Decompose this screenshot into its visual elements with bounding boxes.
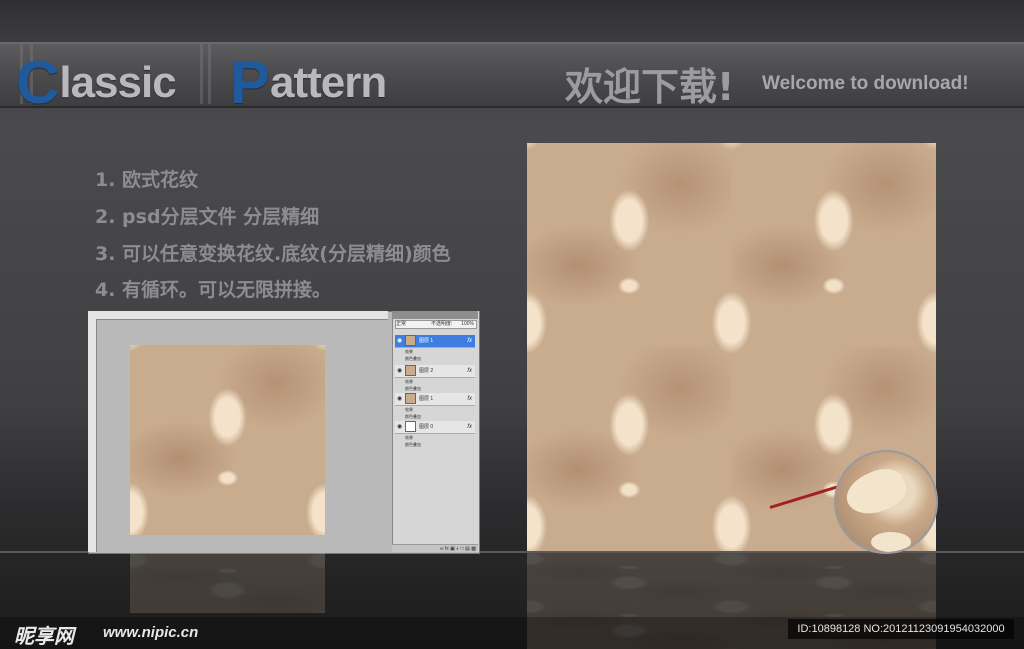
title-classic-rest: lassic <box>59 58 176 107</box>
trash-icon[interactable]: ▩ <box>471 546 476 552</box>
layer-row[interactable]: ◉ 图层 1 fx <box>395 393 475 406</box>
title-classic: Classic <box>16 48 177 117</box>
loupe-motif <box>871 532 911 552</box>
ruler-vertical <box>88 319 97 552</box>
eye-icon[interactable]: ◉ <box>397 393 402 405</box>
title-pattern-initial: P <box>230 49 271 116</box>
ruler-horizontal <box>88 311 388 320</box>
fx-icon[interactable]: fx <box>467 421 472 433</box>
fx-icon[interactable]: fx <box>445 546 449 552</box>
layer-effect[interactable]: 效果 <box>405 378 475 385</box>
mask-icon[interactable]: ▣ <box>450 546 455 552</box>
opacity-label: 不透明度: <box>431 321 453 327</box>
zoom-loupe <box>834 450 938 554</box>
eye-icon[interactable]: ◉ <box>397 421 402 433</box>
feature-item: 2. psd分层文件 分层精细 <box>95 206 320 228</box>
welcome-english: Welcome to download! <box>762 73 969 94</box>
layer-effect[interactable]: 效果 <box>405 348 475 355</box>
blend-mode-select[interactable]: 正常 不透明度: 100% <box>395 320 477 329</box>
layer-row[interactable]: ◉ 图层 1 fx <box>395 335 475 348</box>
opacity-value[interactable]: 100% <box>461 321 474 328</box>
layer-effect[interactable]: 颜色叠加 <box>405 413 475 420</box>
eye-icon[interactable]: ◉ <box>397 365 402 377</box>
layers-panel-tabs: 图层通道路径历史记录 <box>392 311 478 325</box>
layer-row[interactable]: ◉ 图层 0 fx <box>395 421 475 434</box>
new-layer-icon[interactable]: ▤ <box>465 546 470 552</box>
layer-effect[interactable]: 颜色叠加 <box>405 385 475 392</box>
layer-name: 图层 2 <box>419 368 434 374</box>
title-pattern-rest: attern <box>270 58 387 107</box>
feature-item: 3. 可以任意变换花纹.底纹(分层精细)颜色 <box>95 243 451 265</box>
blend-mode-value: 正常 <box>396 321 407 327</box>
ps-canvas <box>130 345 325 535</box>
layer-thumbnail <box>405 335 416 347</box>
ps-canvas-reflection <box>130 553 325 613</box>
layer-thumbnail <box>405 421 416 433</box>
layer-effect[interactable]: 效果 <box>405 406 475 413</box>
layer-effect[interactable]: 效果 <box>405 434 475 441</box>
image-id-label: ID:10898128 NO:20121123091954032000 <box>788 619 1014 639</box>
layer-effect[interactable]: 颜色叠加 <box>405 441 475 448</box>
folder-icon[interactable]: □ <box>461 546 464 552</box>
layer-name: 图层 0 <box>419 424 434 430</box>
layer-row[interactable]: ◉ 图层 2 fx <box>395 365 475 378</box>
layer-name: 图层 1 <box>419 396 434 402</box>
layer-thumbnail <box>405 365 416 377</box>
feature-item: 1. 欧式花纹 <box>95 169 199 191</box>
layer-thumbnail <box>405 393 416 405</box>
top-band <box>0 0 1024 42</box>
link-icon[interactable]: ∞ <box>440 546 444 552</box>
layer-name: 图层 1 <box>419 338 434 344</box>
welcome-chinese: 欢迎下载! <box>565 65 735 109</box>
fx-icon[interactable]: fx <box>467 335 472 347</box>
loupe-motif <box>840 461 912 523</box>
header-stripe <box>208 44 211 104</box>
header-stripe <box>200 44 203 104</box>
layers-panel-footer: ∞ fx ▣ ◐ □ ▤ ▩ <box>392 544 478 552</box>
fx-icon[interactable]: fx <box>467 393 472 405</box>
title-classic-initial: C <box>16 49 60 116</box>
feature-item: 4. 有循环。可以无限拼接。 <box>95 279 332 301</box>
site-logo[interactable]: 昵享网 <box>14 620 74 649</box>
fx-icon[interactable]: fx <box>467 365 472 377</box>
layer-effect[interactable]: 颜色叠加 <box>405 355 475 362</box>
site-url[interactable]: www.nipic.cn <box>103 624 198 641</box>
eye-icon[interactable]: ◉ <box>397 335 402 347</box>
adjustment-icon[interactable]: ◐ <box>456 546 459 552</box>
title-pattern: Pattern <box>230 48 387 117</box>
